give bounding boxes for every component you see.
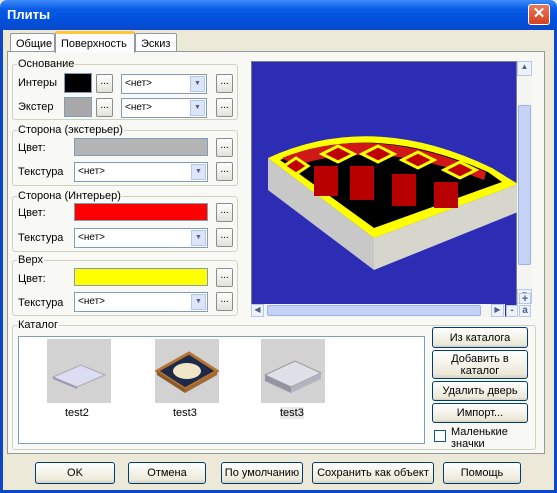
side-exterior-legend: Сторона (экстерьер) — [18, 124, 123, 136]
tab-general-label: Общие — [16, 38, 53, 50]
exterior-label: Экстер — [18, 101, 54, 113]
top-texture-value: <нет> — [78, 296, 106, 307]
top-texture-more-button[interactable]: ... — [216, 292, 233, 311]
zoom-out-button[interactable]: - — [506, 305, 518, 317]
chevron-down-icon[interactable]: ▼ — [190, 76, 205, 92]
side-exterior-texture-value: <нет> — [78, 166, 106, 177]
catalog-item-label: test3 — [280, 407, 304, 419]
ok-button[interactable]: OK — [35, 462, 115, 484]
chevron-down-icon[interactable]: ▼ — [191, 294, 206, 310]
interior-texture-select[interactable]: <нет> ▼ — [121, 74, 207, 94]
side-interior-texture-more-button[interactable]: ... — [216, 228, 233, 247]
side-exterior-texture-more-button[interactable]: ... — [216, 162, 233, 181]
side-exterior-texture-label: Текстура — [18, 166, 64, 178]
zoom-in-button[interactable]: + — [519, 293, 531, 305]
interior-label: Интеры — [18, 77, 58, 89]
default-button[interactable]: По умолчанию — [221, 462, 303, 484]
cancel-button[interactable]: Отмена — [128, 462, 206, 484]
scroll-right-icon[interactable]: ▶ — [491, 304, 504, 317]
close-button[interactable]: ✕ — [528, 4, 550, 25]
top-legend: Верх — [18, 254, 43, 266]
delete-door-button[interactable]: Удалить дверь — [432, 381, 528, 401]
tab-sketch[interactable]: Эскиз — [135, 33, 177, 53]
window-title: Плиты — [7, 7, 51, 22]
interior-texture-value: <нет> — [125, 78, 153, 89]
side-interior-texture-label: Текстура — [18, 232, 64, 244]
preview-horizontal-scrollbar[interactable]: ◀ ▶ — [251, 304, 505, 317]
top-color-label: Цвет: — [18, 273, 46, 285]
small-icons-label: Маленькие значки — [451, 426, 508, 450]
import-button[interactable]: Импорт... — [432, 403, 528, 423]
side-exterior-texture-select[interactable]: <нет> ▼ — [74, 162, 208, 182]
3d-preview[interactable] — [251, 61, 518, 317]
catalog-item-label: test2 — [65, 407, 89, 419]
exterior-texture-select[interactable]: <нет> ▼ — [121, 98, 207, 118]
title-bar: Плиты ✕ — [0, 0, 557, 30]
side-interior-texture-value: <нет> — [78, 232, 106, 243]
interior-color-swatch[interactable] — [64, 73, 92, 93]
slab-thumbnail — [154, 339, 220, 403]
exterior-color-swatch[interactable] — [64, 97, 92, 117]
slab-preview-graphic — [268, 136, 518, 270]
catalog-list[interactable]: test2 test3 test3 — [18, 336, 425, 444]
catalog-item-test3-thumbnail[interactable] — [154, 339, 220, 403]
from-catalog-button[interactable]: Из каталога — [432, 327, 528, 348]
side-interior-texture-select[interactable]: <нет> ▼ — [74, 228, 208, 248]
side-exterior-color-more-button[interactable]: ... — [216, 138, 233, 157]
top-texture-select[interactable]: <нет> ▼ — [74, 292, 208, 312]
top-color-swatch[interactable] — [74, 268, 208, 286]
side-interior-color-more-button[interactable]: ... — [216, 203, 233, 222]
interior-texture-more-button[interactable]: ... — [216, 74, 233, 93]
side-interior-legend: Сторона (Интерьер) — [18, 190, 121, 202]
slab-thumbnail — [261, 339, 325, 403]
tab-general[interactable]: Общие — [10, 33, 55, 53]
base-legend: Основание — [18, 58, 75, 70]
chevron-down-icon[interactable]: ▼ — [191, 164, 206, 180]
help-button[interactable]: Помощь — [443, 462, 521, 484]
preview-vertical-scrollbar[interactable]: ▲ ▼ — [517, 61, 532, 304]
top-texture-label: Текстура — [18, 297, 64, 309]
top-color-more-button[interactable]: ... — [216, 268, 233, 287]
interior-color-more-button[interactable]: ... — [96, 74, 113, 93]
exterior-texture-value: <нет> — [125, 102, 153, 113]
small-icons-checkbox[interactable] — [434, 430, 446, 442]
catalog-item-test3b-thumbnail[interactable] — [261, 339, 325, 403]
tab-sketch-label: Эскиз — [141, 38, 171, 50]
side-exterior-color-swatch[interactable] — [74, 138, 208, 156]
horizontal-scroll-thumb[interactable] — [267, 305, 481, 316]
slab-thumbnail — [47, 339, 111, 403]
scroll-thumb[interactable] — [518, 105, 531, 265]
catalog-item-test2-thumbnail[interactable] — [47, 339, 111, 403]
catalog-item-label: test3 — [173, 407, 197, 419]
chevron-down-icon[interactable]: ▼ — [190, 100, 205, 116]
catalog-legend: Каталог — [18, 319, 58, 331]
exterior-color-more-button[interactable]: ... — [96, 98, 113, 117]
add-to-catalog-button[interactable]: Добавить в каталог — [432, 350, 528, 379]
auto-fit-button[interactable]: a — [519, 305, 531, 317]
side-interior-color-swatch[interactable] — [74, 203, 208, 221]
side-interior-color-label: Цвет: — [18, 207, 46, 219]
tab-surface[interactable]: Поверхность — [55, 31, 135, 53]
scroll-left-icon[interactable]: ◀ — [251, 304, 264, 317]
save-as-object-button[interactable]: Сохранить как объект — [312, 462, 434, 484]
chevron-down-icon[interactable]: ▼ — [191, 230, 206, 246]
tab-surface-label: Поверхность — [61, 38, 127, 50]
scroll-up-icon[interactable]: ▲ — [517, 61, 532, 76]
exterior-texture-more-button[interactable]: ... — [216, 98, 233, 117]
side-exterior-color-label: Цвет: — [18, 142, 46, 154]
